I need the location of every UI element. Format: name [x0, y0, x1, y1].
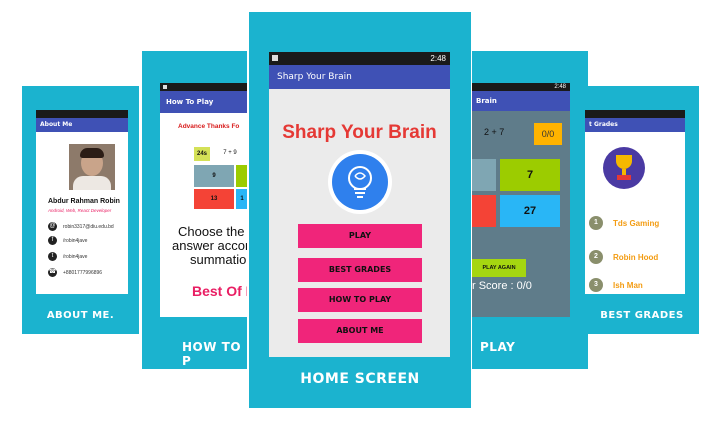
showcase: About Me Abdur Rahman Robin Android, Web… — [0, 0, 723, 421]
answer-cell — [236, 165, 247, 187]
player-name: Robin Hood — [613, 252, 659, 262]
medal-icon: 1 — [589, 216, 603, 230]
status-bar: 2:48 — [269, 52, 450, 65]
your-score-text: r Score : 0/0 — [472, 280, 532, 292]
email-text: robin3317@diu.edu.bd — [63, 223, 114, 230]
home-screen-card: 2:48 Sharp Your Brain Sharp Your Brain P… — [249, 12, 471, 408]
profile-name: Abdur Rahman Robin — [48, 198, 120, 205]
profile-role: Android, Web, React Developer — [48, 208, 112, 213]
twitter-icon: t — [48, 252, 57, 261]
howto-text-line: answer accord — [172, 238, 247, 253]
score-box: 0/0 — [534, 123, 562, 145]
phone-icon: ☎ — [48, 268, 57, 277]
trophy-icon — [603, 147, 645, 189]
best-grades-card: t Grades 1 Tds Gaming 2 Robin Hood 3 Ish… — [585, 86, 699, 334]
answer-cell[interactable] — [472, 195, 496, 227]
player-name: Ish Man — [613, 280, 643, 290]
status-bar: 2:48 — [472, 83, 570, 91]
how-to-play-card: How To Play Advance Thanks Fo 24s 7 + 9 … — [142, 51, 247, 369]
play-app-bar: Brain — [472, 91, 570, 111]
play-phone-screen: 2:48 Brain 2 + 7 0/0 7 27 PLAY AGAIN r S… — [472, 83, 570, 317]
best-of-luck-text: Best Of L — [192, 283, 247, 299]
timer-cell: 24s — [194, 147, 210, 161]
home-app-bar: Sharp Your Brain — [269, 65, 450, 89]
medal-icon: 2 — [589, 250, 603, 264]
status-bar — [585, 110, 685, 118]
best-grades-label: BEST GRADES — [600, 310, 684, 321]
about-me-phone-screen: About Me Abdur Rahman Robin Android, Web… — [36, 110, 128, 294]
home-screen-label: HOME SCREEN — [300, 371, 420, 387]
home-phone-screen: 2:48 Sharp Your Brain Sharp Your Brain P… — [269, 52, 450, 357]
twitter-text: /robin4jave — [63, 253, 88, 260]
how-to-play-phone-screen: How To Play Advance Thanks Fo 24s 7 + 9 … — [160, 83, 247, 317]
status-bar — [160, 83, 247, 91]
about-me-card: About Me Abdur Rahman Robin Android, Web… — [22, 86, 139, 334]
play-card: 2:48 Brain 2 + 7 0/0 7 27 PLAY AGAIN r S… — [472, 51, 588, 369]
email-icon: @ — [48, 222, 57, 231]
advance-thanks-text: Advance Thanks Fo — [178, 123, 240, 130]
play-again-button[interactable]: PLAY AGAIN — [472, 259, 526, 277]
grade-row[interactable]: 2 Robin Hood — [589, 250, 658, 264]
about-app-bar: About Me — [36, 118, 128, 132]
phone-row[interactable]: ☎ +8801777996896 — [48, 268, 102, 277]
how-to-play-button[interactable]: HOW TO PLAY — [298, 288, 422, 312]
player-name: Tds Gaming — [613, 218, 660, 228]
status-time: 2:48 — [430, 54, 446, 63]
about-me-label: ABOUT ME. — [46, 310, 115, 321]
howto-text-line: Choose the co — [178, 224, 247, 239]
home-title: Sharp Your Brain — [282, 122, 437, 143]
profile-photo — [69, 144, 115, 190]
best-grades-button[interactable]: BEST GRADES — [298, 258, 422, 282]
answer-cell: 9 — [194, 165, 234, 187]
play-button[interactable]: PLAY — [298, 224, 422, 248]
status-bar — [36, 110, 128, 118]
twitter-row[interactable]: t /robin4jave — [48, 252, 87, 261]
facebook-icon: f — [48, 236, 57, 245]
howto-text-line: summatio — [190, 252, 247, 267]
phone-text: +8801777996896 — [63, 269, 103, 276]
brain-lightbulb-icon — [328, 150, 392, 214]
question-cell: 7 + 9 — [223, 150, 237, 156]
answer-cell[interactable]: 7 — [500, 159, 560, 191]
answer-cell[interactable]: 27 — [500, 195, 560, 227]
best-grades-phone-screen: t Grades 1 Tds Gaming 2 Robin Hood 3 Ish… — [585, 110, 685, 294]
play-label: PLAY — [480, 340, 516, 354]
how-to-play-label: HOW TO P — [182, 340, 242, 368]
medal-icon: 3 — [589, 278, 603, 292]
facebook-text: /robin4jave — [63, 237, 88, 244]
grade-row[interactable]: 3 Ish Man — [589, 278, 643, 292]
grade-row[interactable]: 1 Tds Gaming — [589, 216, 659, 230]
howto-app-bar: How To Play — [160, 91, 247, 113]
about-me-button[interactable]: ABOUT ME — [298, 319, 422, 343]
facebook-row[interactable]: f /robin4jave — [48, 236, 87, 245]
question-text: 2 + 7 — [484, 127, 505, 137]
answer-cell: 13 — [194, 189, 234, 209]
best-app-bar: t Grades — [585, 118, 685, 132]
answer-cell: 1 — [236, 189, 247, 209]
answer-cell[interactable] — [472, 159, 496, 191]
email-row[interactable]: @ robin3317@diu.edu.bd — [48, 222, 114, 231]
